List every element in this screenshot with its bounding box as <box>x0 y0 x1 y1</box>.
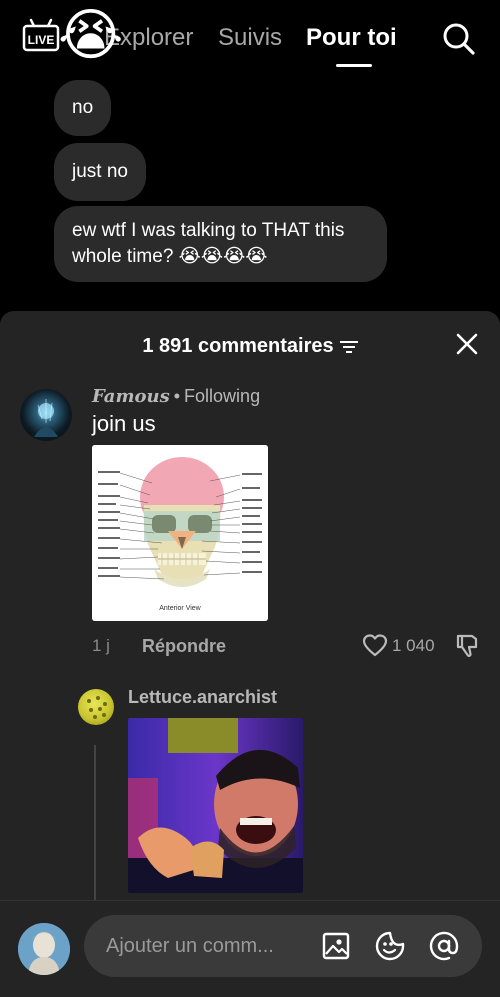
comments-count-title[interactable]: 1 891 commentaires <box>0 333 500 359</box>
sticker-button[interactable] <box>374 930 406 962</box>
following-label: Following <box>184 386 261 406</box>
chat-bubble: no <box>54 80 112 136</box>
image-icon <box>322 932 350 960</box>
top-navigation: LIVE Explorer Suivis Pour toi 😭 <box>0 0 500 80</box>
skull-diagram-image: Anterior View <box>92 445 268 621</box>
tab-pour-toi[interactable]: Pour toi <box>306 22 397 54</box>
reply-thread-line <box>94 745 96 905</box>
comment-timestamp: 1 j <box>92 636 110 655</box>
reply-button[interactable]: Répondre <box>142 635 226 657</box>
comment-input-placeholder: Ajouter un comm... <box>106 935 274 957</box>
comment-author[interactable]: Lettuce.anarchist <box>128 686 277 708</box>
image-attach-button[interactable] <box>322 932 350 960</box>
thumbs-down-icon <box>456 634 478 657</box>
comments-header: 1 891 commentaires <box>0 311 500 375</box>
close-comments-button[interactable] <box>454 331 480 357</box>
heart-icon <box>362 634 388 657</box>
comment-author[interactable]: Famous <box>92 386 170 407</box>
commenter-avatar[interactable] <box>20 389 72 441</box>
commenter-avatar[interactable] <box>78 689 114 725</box>
pickleball-avatar-image <box>87 696 107 719</box>
search-button[interactable] <box>440 20 476 56</box>
comment-text: join us <box>92 411 156 436</box>
comment-input[interactable]: Ajouter un comm... <box>84 915 482 977</box>
crying-emoji-sticker: 😭 <box>58 3 124 68</box>
comment-composer: Ajouter un comm... <box>0 900 500 997</box>
my-avatar[interactable] <box>18 923 70 975</box>
laughing-man-image <box>128 718 303 893</box>
svg-text:Anterior View: Anterior View <box>159 605 201 612</box>
comment-image-skull[interactable]: Anterior View <box>92 445 268 621</box>
search-icon <box>443 23 475 55</box>
comment-image-laughing-man[interactable] <box>128 718 303 893</box>
chat-bubble: ew wtf I was talking to THAT this whole … <box>54 206 387 282</box>
chat-bubble: just no <box>54 143 146 201</box>
at-sign-icon <box>429 931 459 961</box>
mention-button[interactable] <box>428 930 460 962</box>
tab-suivis[interactable]: Suivis <box>218 22 282 54</box>
close-icon <box>456 333 478 355</box>
sort-filter-icon[interactable] <box>339 340 358 354</box>
comments-count: 1 891 commentaires <box>142 335 334 357</box>
comments-sheet: 1 891 commentaires Famous • Following join… <box>0 311 500 997</box>
like-button[interactable] <box>362 633 388 659</box>
comment-author-line: Famous • Following <box>92 385 260 408</box>
sticker-icon <box>375 931 405 961</box>
dislike-button[interactable] <box>454 633 480 659</box>
like-count: 1 040 <box>392 636 435 655</box>
active-tab-indicator <box>336 64 372 67</box>
separator-dot: • <box>173 386 181 406</box>
avatar-image <box>34 399 58 437</box>
statue-avatar-image <box>18 923 70 975</box>
